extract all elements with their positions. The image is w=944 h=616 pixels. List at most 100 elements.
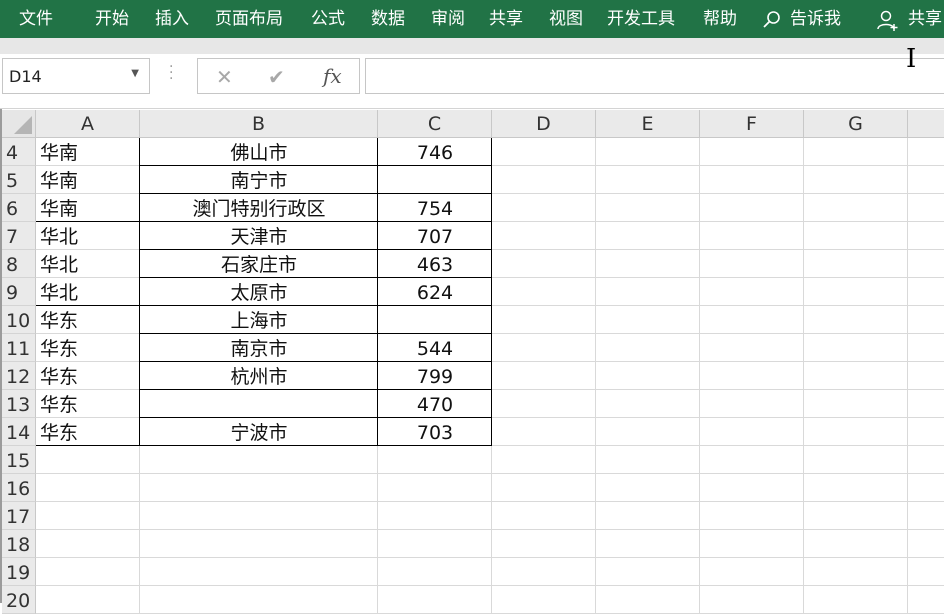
- cell-a-15[interactable]: [36, 446, 140, 474]
- cell-a-12[interactable]: 华东: [36, 362, 140, 390]
- cell-a-7[interactable]: 华北: [36, 222, 140, 250]
- cell-c-19[interactable]: [378, 558, 492, 586]
- row-header[interactable]: 8: [2, 250, 36, 278]
- cell-c-17[interactable]: [378, 502, 492, 530]
- cell-b-15[interactable]: [140, 446, 378, 474]
- column-header-g[interactable]: G: [804, 110, 908, 138]
- cell-a-16[interactable]: [36, 474, 140, 502]
- cell-c-16[interactable]: [378, 474, 492, 502]
- row-header[interactable]: 17: [2, 502, 36, 530]
- row-header[interactable]: 7: [2, 222, 36, 250]
- cell-c-8[interactable]: 463: [378, 250, 492, 278]
- cell-a-14[interactable]: 华东: [36, 418, 140, 446]
- cell-c-7[interactable]: 707: [378, 222, 492, 250]
- row-header[interactable]: 18: [2, 530, 36, 558]
- tab-formulas[interactable]: 公式: [311, 0, 345, 38]
- cell-a-20[interactable]: [36, 586, 140, 614]
- cell-b-7[interactable]: 天津市: [140, 222, 378, 250]
- close-icon[interactable]: ✕: [216, 65, 233, 89]
- name-box-value: D14: [9, 67, 42, 86]
- cell-c-13[interactable]: 470: [378, 390, 492, 418]
- cell-c-5[interactable]: [378, 166, 492, 194]
- row-header[interactable]: 15: [2, 446, 36, 474]
- share-button[interactable]: 共享: [876, 0, 944, 38]
- row-header[interactable]: 20: [2, 586, 36, 614]
- cell-b-12[interactable]: 杭州市: [140, 362, 378, 390]
- fx-icon[interactable]: fx: [323, 64, 342, 88]
- cell-b-10[interactable]: 上海市: [140, 306, 378, 334]
- cell-a-11[interactable]: 华东: [36, 334, 140, 362]
- tab-home[interactable]: 开始: [95, 0, 129, 38]
- tell-me-button[interactable]: 告诉我: [762, 0, 852, 38]
- cell-b-11[interactable]: 南京市: [140, 334, 378, 362]
- column-header-f[interactable]: F: [700, 110, 804, 138]
- tab-help[interactable]: 帮助: [703, 0, 737, 38]
- column-header-d[interactable]: D: [492, 110, 596, 138]
- column-header-c[interactable]: C: [378, 110, 492, 138]
- row-header[interactable]: 6: [2, 194, 36, 222]
- row-header[interactable]: 12: [2, 362, 36, 390]
- cell-c-15[interactable]: [378, 446, 492, 474]
- row-header[interactable]: 5: [2, 166, 36, 194]
- tab-file[interactable]: 文件: [19, 0, 53, 38]
- cell-b-16[interactable]: [140, 474, 378, 502]
- tab-developer[interactable]: 开发工具: [607, 0, 675, 38]
- cell-c-4[interactable]: 746: [378, 138, 492, 166]
- cell-c-11[interactable]: 544: [378, 334, 492, 362]
- cell-b-8[interactable]: 石家庄市: [140, 250, 378, 278]
- cell-c-14[interactable]: 703: [378, 418, 492, 446]
- cell-b-14[interactable]: 宁波市: [140, 418, 378, 446]
- tab-page-layout[interactable]: 页面布局: [215, 0, 283, 38]
- cell-a-17[interactable]: [36, 502, 140, 530]
- cell-c-12[interactable]: 799: [378, 362, 492, 390]
- cell-a-13[interactable]: 华东: [36, 390, 140, 418]
- table-border: [36, 221, 140, 222]
- cell-b-5[interactable]: 南宁市: [140, 166, 378, 194]
- cell-a-4[interactable]: 华南: [36, 138, 140, 166]
- worksheet-grid[interactable]: A B C D E F G 4 华南 佛山市 746 5 华南 南宁市 6 华南 澳门特别行政区 7…: [0, 110, 944, 614]
- row-header[interactable]: 13: [2, 390, 36, 418]
- check-icon[interactable]: ✔: [268, 65, 285, 89]
- cell-c-18[interactable]: [378, 530, 492, 558]
- cell-b-19[interactable]: [140, 558, 378, 586]
- row-header[interactable]: 4: [2, 138, 36, 166]
- tab-data[interactable]: 数据: [371, 0, 405, 38]
- select-all-button[interactable]: [2, 110, 36, 138]
- cell-c-20[interactable]: [378, 586, 492, 614]
- cell-a-10[interactable]: 华东: [36, 306, 140, 334]
- cell-b-13[interactable]: [140, 390, 378, 418]
- cell-b-18[interactable]: [140, 530, 378, 558]
- cell-c-6[interactable]: 754: [378, 194, 492, 222]
- cell-a-5[interactable]: 华南: [36, 166, 140, 194]
- cell-c-9[interactable]: 624: [378, 278, 492, 306]
- cell-c-10[interactable]: [378, 306, 492, 334]
- cell-b-6[interactable]: 澳门特别行政区: [140, 194, 378, 222]
- cell-b-4[interactable]: 佛山市: [140, 138, 378, 166]
- cell-a-6[interactable]: 华南: [36, 194, 140, 222]
- tab-insert[interactable]: 插入: [155, 0, 189, 38]
- cell-a-18[interactable]: [36, 530, 140, 558]
- tab-view[interactable]: 视图: [549, 0, 583, 38]
- row-header[interactable]: 14: [2, 418, 36, 446]
- cell-a-19[interactable]: [36, 558, 140, 586]
- cell-b-20[interactable]: [140, 586, 378, 614]
- column-header-a[interactable]: A: [36, 110, 140, 138]
- formula-input[interactable]: [365, 58, 944, 94]
- chevron-down-icon[interactable]: ▼: [131, 68, 139, 79]
- column-header-e[interactable]: E: [596, 110, 700, 138]
- row-header[interactable]: 9: [2, 278, 36, 306]
- row-header[interactable]: 10: [2, 306, 36, 334]
- cell-b-9[interactable]: 太原市: [140, 278, 378, 306]
- cell-b-17[interactable]: [140, 502, 378, 530]
- column-header-b[interactable]: B: [140, 110, 378, 138]
- row-header[interactable]: 16: [2, 474, 36, 502]
- row-header[interactable]: 11: [2, 334, 36, 362]
- column-header-h-partial[interactable]: [908, 110, 944, 138]
- tab-review[interactable]: 审阅: [431, 0, 465, 38]
- tab-share-menu[interactable]: 共享: [489, 0, 523, 38]
- name-box[interactable]: D14 ▼: [2, 58, 150, 94]
- cell-a-9[interactable]: 华北: [36, 278, 140, 306]
- row-header[interactable]: 19: [2, 558, 36, 586]
- gridline-vertical: [803, 138, 804, 614]
- cell-a-8[interactable]: 华北: [36, 250, 140, 278]
